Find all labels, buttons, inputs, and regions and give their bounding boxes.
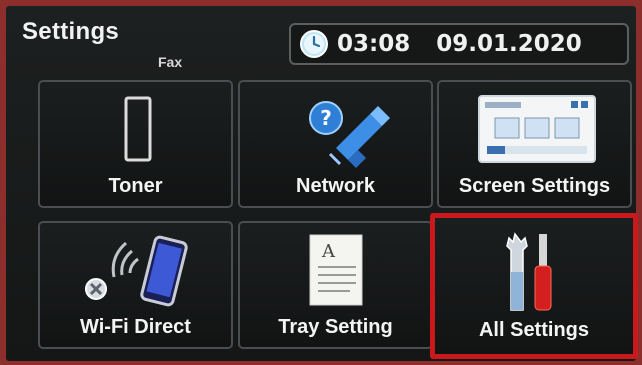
- wifi-direct-icon: [85, 235, 188, 307]
- screen-settings-icon: [478, 95, 596, 163]
- lcd-screen: Settings Fax 03:08 09.01.2020 Toner ? Ne…: [6, 6, 638, 361]
- wifi-direct-button[interactable]: Wi-Fi Direct: [38, 221, 233, 349]
- svg-text:?: ?: [320, 106, 332, 130]
- device-frame: Settings Fax 03:08 09.01.2020 Toner ? Ne…: [0, 0, 642, 365]
- all-settings-label: All Settings: [478, 319, 589, 341]
- toner-icon: [124, 96, 152, 162]
- page-subtitle: Fax: [158, 54, 183, 70]
- wifi-direct-label: Wi-Fi Direct: [80, 316, 191, 338]
- all-settings-button[interactable]: All Settings: [430, 213, 638, 359]
- toner-button[interactable]: Toner: [38, 80, 233, 208]
- tray-setting-label: Tray Setting: [278, 316, 393, 338]
- toner-label: Toner: [108, 175, 163, 197]
- date-display: 09.01.2020: [436, 31, 582, 57]
- network-label: Network: [296, 175, 375, 197]
- tray-setting-icon: A: [309, 234, 363, 306]
- tray-setting-button[interactable]: A Tray Setting: [238, 221, 433, 349]
- svg-text:A: A: [321, 241, 336, 262]
- screen-settings-label: Screen Settings: [458, 175, 611, 197]
- screen-settings-button[interactable]: Screen Settings: [437, 80, 632, 208]
- all-settings-icon: [506, 232, 552, 311]
- network-icon: ?: [309, 101, 390, 168]
- page-title: Settings: [22, 18, 120, 45]
- date-time-display[interactable]: 03:08 09.01.2020: [289, 23, 629, 65]
- network-button[interactable]: ? Network: [238, 80, 433, 208]
- time-display: 03:08: [337, 31, 411, 57]
- clock-icon: [300, 30, 328, 58]
